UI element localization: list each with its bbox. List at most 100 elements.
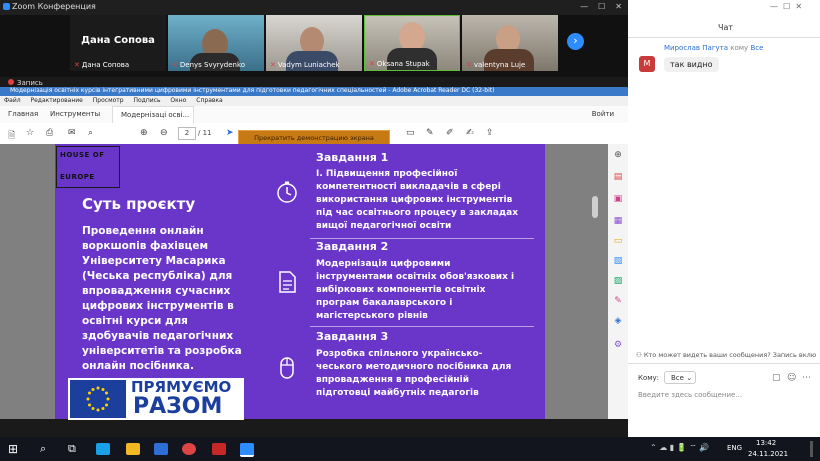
scrollbar-thumb[interactable] xyxy=(592,196,598,218)
minimize-icon[interactable]: — xyxy=(770,2,778,11)
edit-pdf-icon[interactable]: ▦ xyxy=(613,216,623,226)
highlight-icon[interactable]: ✐ xyxy=(446,128,454,138)
windows-start-icon[interactable]: ⊞ xyxy=(8,442,18,456)
acrobat-icon[interactable] xyxy=(212,443,226,455)
export-pdf-icon[interactable]: ▤ xyxy=(613,172,623,182)
chat-panel xyxy=(628,0,820,437)
page-down-icon[interactable]: ⊖ xyxy=(160,128,168,138)
menu-sign[interactable]: Подпись xyxy=(134,97,161,104)
menu-help[interactable]: Справка xyxy=(196,97,222,104)
emoji-icon[interactable]: ☺ xyxy=(787,373,796,383)
muted-mic-icon: ✕ xyxy=(74,61,80,69)
menu-view[interactable]: Просмотр xyxy=(93,97,124,104)
menu-edit[interactable]: Редактирование xyxy=(31,97,83,104)
search-icon[interactable]: ⌕ xyxy=(40,442,46,456)
task-heading: Завдання 2 xyxy=(316,240,389,253)
create-pdf-icon[interactable]: ▣ xyxy=(613,194,623,204)
search-icon[interactable]: ⌕ xyxy=(88,128,93,138)
cursor-icon[interactable]: ➤ xyxy=(226,128,234,138)
message-text: так видно xyxy=(664,57,719,72)
protect-icon[interactable]: ◈ xyxy=(613,316,623,326)
muted-mic-icon: ✕ xyxy=(369,60,375,68)
chat-privacy-notice[interactable]: ⚇ Кто может видеть ваши сообщения? Запис… xyxy=(636,351,816,359)
chrome-icon[interactable] xyxy=(182,443,196,455)
participant-name: Denys Svyrydenko xyxy=(179,61,246,69)
task-view-icon[interactable]: ⧉ xyxy=(68,442,76,456)
video-tile[interactable]: ✕ Denys Svyrydenko xyxy=(168,15,264,71)
sign-icon[interactable]: ✍ xyxy=(466,128,474,138)
page-up-icon[interactable]: ⊕ xyxy=(140,128,148,138)
comment-icon[interactable]: ▭ xyxy=(406,128,415,138)
maximize-icon[interactable]: ☐ xyxy=(783,2,790,11)
divider xyxy=(310,238,534,239)
window-title: Zoom Конференция xyxy=(12,2,96,11)
to-word: кому xyxy=(730,44,749,52)
zoom-in-icon[interactable]: ⊕ xyxy=(613,150,623,160)
participant-name: Oksana Stupak xyxy=(376,60,430,68)
sign-in-link[interactable]: Войти xyxy=(592,110,614,118)
tab-tools[interactable]: Инструменты xyxy=(50,110,100,118)
tab-document[interactable]: Модернізаці осві... xyxy=(112,106,194,124)
logo-text-bottom: EUROPE xyxy=(60,173,95,181)
sender-name: Мирослав Пагута xyxy=(664,44,729,52)
organize-icon[interactable]: ▨ xyxy=(613,276,623,286)
to-target: Все xyxy=(750,44,764,52)
video-tile[interactable]: ✕ valentyna Luje xyxy=(462,15,558,71)
participant-name: Дана Сопова xyxy=(81,61,130,69)
document-icon xyxy=(276,271,298,293)
recording-indicator: Запись xyxy=(8,79,43,87)
menu-items: Файл Редактирование Просмотр Подпись Окн… xyxy=(4,97,231,104)
video-tile[interactable]: Дана Сопова ✕ Дана Сопова xyxy=(70,15,166,71)
project-description: Проведення онлайн воркшопів фахівцем Уні… xyxy=(82,225,242,372)
message-header: Мирослав Пагута кому Все xyxy=(664,44,763,52)
zoom-icon[interactable] xyxy=(240,443,254,457)
next-page-button[interactable]: › xyxy=(567,33,584,50)
recording-label: Запись xyxy=(17,79,43,87)
close-icon[interactable]: ✕ xyxy=(795,2,802,11)
print-icon[interactable]: ⎙ xyxy=(46,128,53,138)
muted-mic-icon: ✕ xyxy=(466,61,472,69)
comment-tool-icon[interactable]: ▭ xyxy=(613,236,623,246)
acrobat-tools-pane: ⊕ ▤ ▣ ▦ ▭ ▧ ▨ ✎ ◈ ⚙ xyxy=(608,144,628,419)
menu-file[interactable]: Файл xyxy=(4,97,21,104)
fill-sign-icon[interactable]: ✎ xyxy=(613,296,623,306)
video-tile-active-speaker[interactable]: ✕ Oksana Stupak xyxy=(364,15,460,71)
divider xyxy=(628,37,820,38)
file-explorer-icon[interactable] xyxy=(126,443,140,455)
clock-time[interactable]: 13:42 xyxy=(756,439,776,447)
chat-title: Чат xyxy=(718,23,734,32)
system-tray-icons[interactable]: ⌃ ☁ ▮ 🔋 ⌔ 🔊 xyxy=(650,443,709,453)
show-desktop-button[interactable] xyxy=(810,441,813,457)
task-text: Розробка спільного українсько-чеського м… xyxy=(316,349,512,398)
mail-icon[interactable]: ✉ xyxy=(68,128,76,138)
more-tools-icon[interactable]: ⚙ xyxy=(613,340,623,350)
save-icon[interactable]: 🗎 xyxy=(8,128,15,144)
muted-mic-icon: ✕ xyxy=(270,61,276,69)
pen-icon[interactable]: ✎ xyxy=(426,128,434,138)
share-icon[interactable]: ⇪ xyxy=(486,128,494,138)
recipient-select[interactable]: Все ⌄ xyxy=(664,371,696,384)
zoom-titlebar: Zoom Конференция — ☐ ✕ xyxy=(0,0,628,15)
combine-icon[interactable]: ▧ xyxy=(613,256,623,266)
page-number-input[interactable]: 2 xyxy=(178,127,196,140)
acrobat-menubar: Файл Редактирование Просмотр Подпись Окн… xyxy=(0,96,628,106)
file-icon[interactable]: ▢ xyxy=(772,373,781,383)
edge-icon[interactable] xyxy=(96,443,110,455)
menu-window[interactable]: Окно xyxy=(170,97,186,104)
task-heading: Завдання 1 xyxy=(316,151,389,164)
clock-date[interactable]: 24.11.2021 xyxy=(748,450,788,458)
language-indicator[interactable]: ENG xyxy=(727,444,742,452)
participant-name: Vadym Luniachek xyxy=(277,61,340,69)
notice-text: Кто может видеть ваши сообщения? Запись … xyxy=(643,351,816,359)
mouse-icon xyxy=(276,356,298,379)
video-tile[interactable]: ✕ Vadym Luniachek xyxy=(266,15,362,71)
star-icon[interactable]: ☆ xyxy=(26,128,34,138)
eu-flag-icon xyxy=(70,380,126,418)
participant-name: valentyna Luje xyxy=(473,61,526,69)
acrobat-tabs: Главная Инструменты Модернізаці осві... … xyxy=(0,106,628,124)
chat-message-input[interactable]: Введите здесь сообщение... xyxy=(638,391,742,399)
more-icon[interactable]: ⋯ xyxy=(802,373,811,383)
clock-icon xyxy=(276,181,298,203)
mail-icon[interactable] xyxy=(154,443,168,455)
tab-home[interactable]: Главная xyxy=(8,110,38,118)
